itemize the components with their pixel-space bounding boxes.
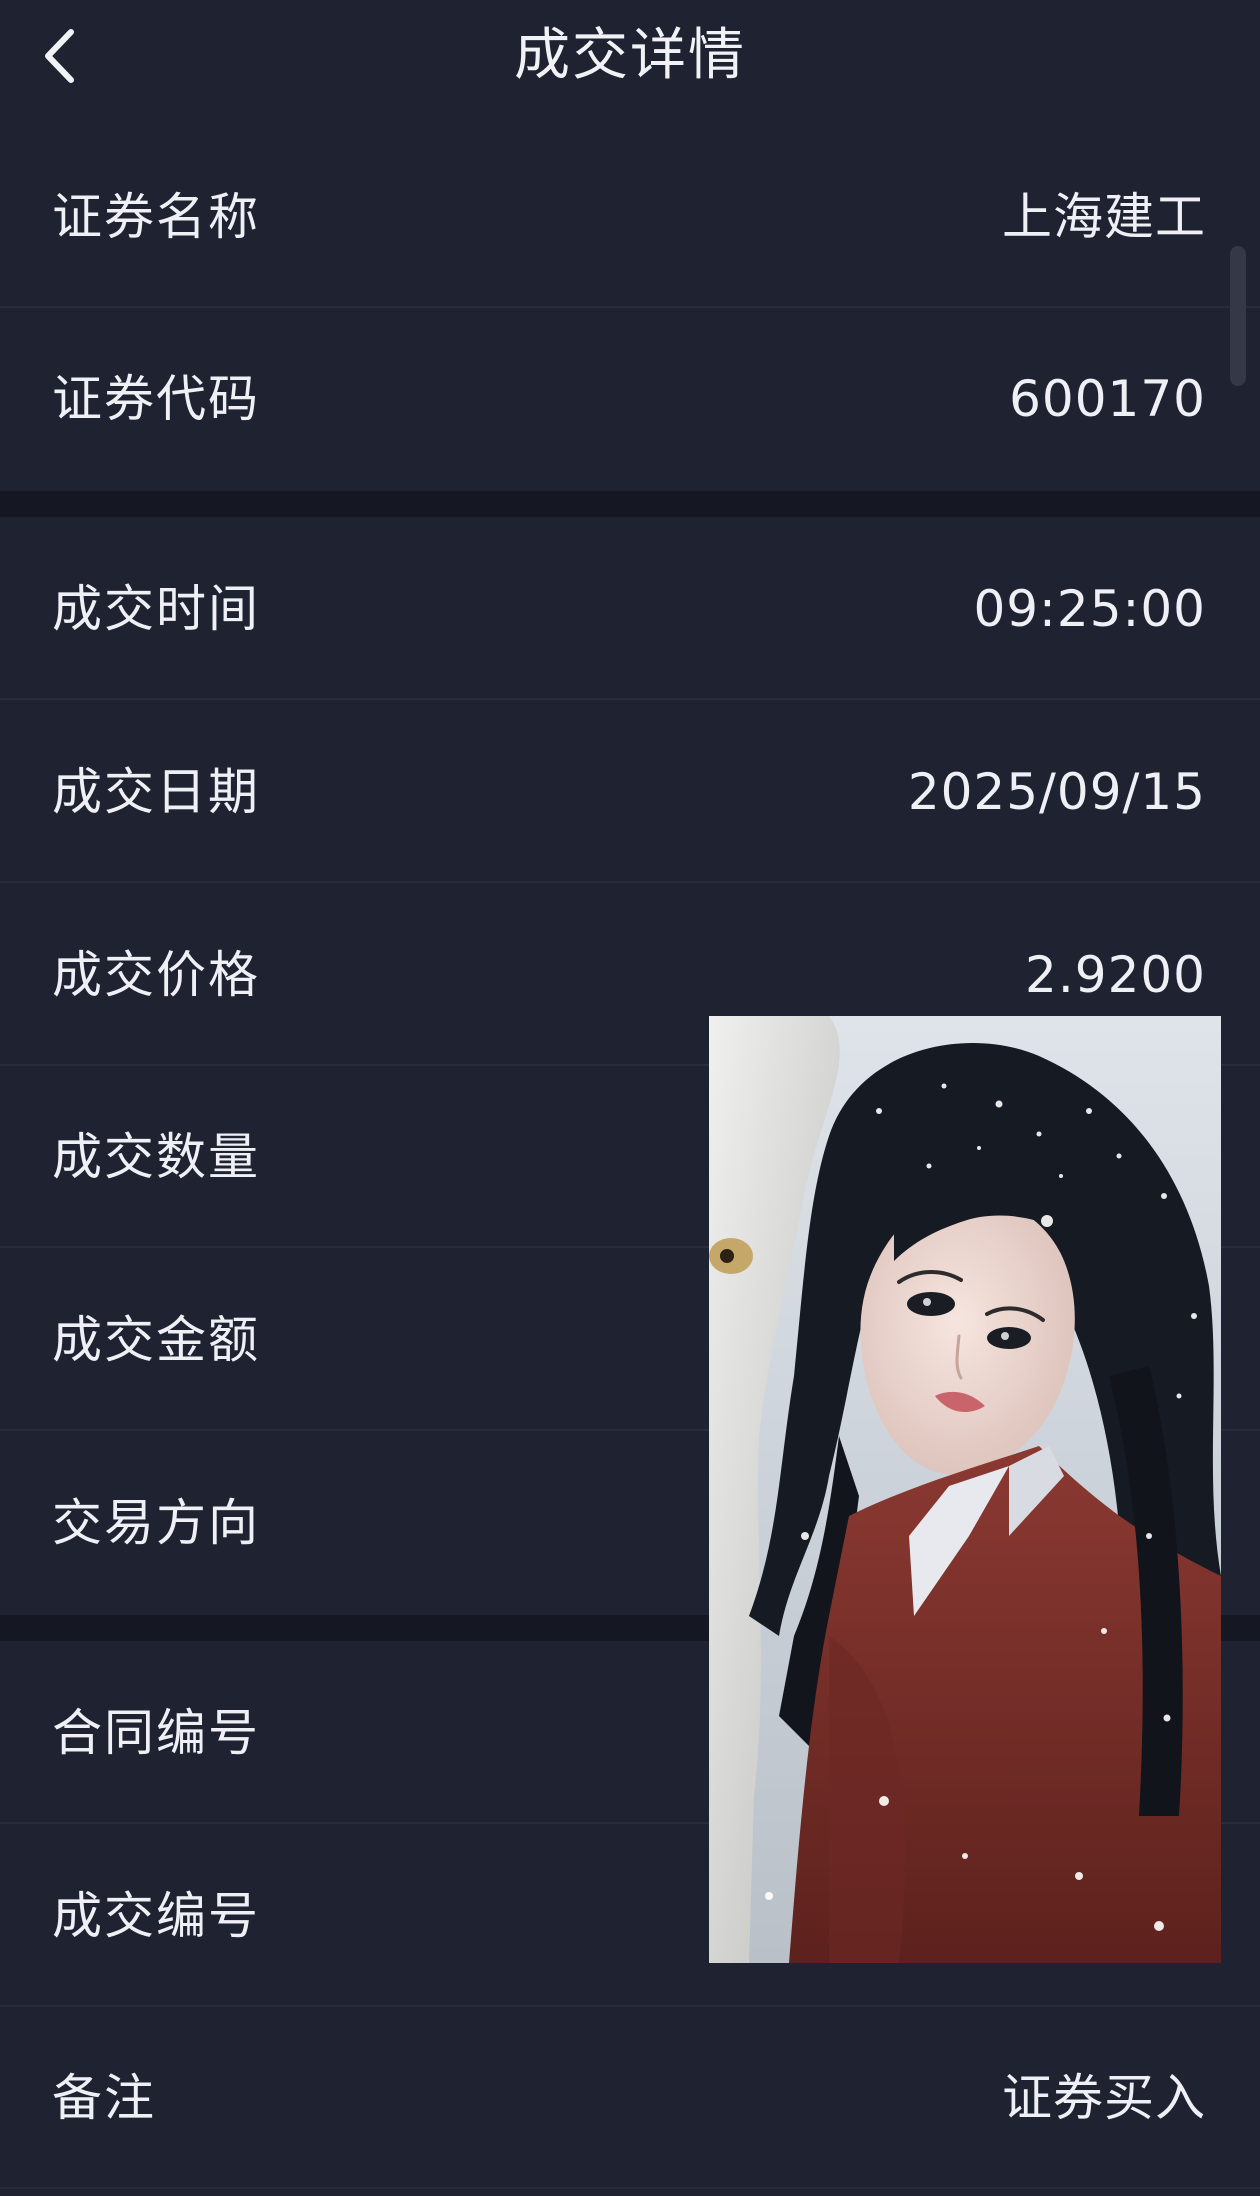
detail-row-trade-time: 成交时间 09:25:00 bbox=[0, 518, 1260, 700]
row-label: 成交时间 bbox=[52, 580, 260, 638]
overlay-photo bbox=[709, 1016, 1221, 1963]
row-value: 上海建工 bbox=[1002, 188, 1206, 246]
scrollbar-thumb[interactable] bbox=[1230, 246, 1246, 386]
detail-row-trade-date: 成交日期 2025/09/15 bbox=[0, 701, 1260, 883]
row-value: 证券买入 bbox=[1002, 2069, 1206, 2127]
detail-row-security-code: 证券代码 600170 bbox=[0, 308, 1260, 490]
row-label: 成交日期 bbox=[52, 763, 260, 821]
detail-row-remark: 备注 证券买入 bbox=[0, 2007, 1260, 2189]
row-label: 成交编号 bbox=[52, 1887, 260, 1945]
row-label: 证券代码 bbox=[52, 370, 260, 428]
row-label: 备注 bbox=[52, 2069, 156, 2127]
page-title: 成交详情 bbox=[514, 23, 746, 88]
row-label: 成交金额 bbox=[52, 1311, 260, 1369]
row-label: 证券名称 bbox=[52, 188, 260, 246]
row-divider bbox=[0, 881, 1260, 883]
row-label: 交易方向 bbox=[52, 1494, 260, 1552]
row-label: 成交数量 bbox=[52, 1128, 260, 1186]
row-label: 合同编号 bbox=[52, 1704, 260, 1762]
portrait-image bbox=[709, 1016, 1221, 1963]
row-value: 600170 bbox=[1009, 370, 1206, 428]
row-divider bbox=[0, 698, 1260, 700]
trade-detail-screen: 成交详情 证券名称 上海建工 证券代码 600170 成交时间 09:25:00… bbox=[0, 0, 1260, 2196]
section-divider bbox=[0, 491, 1260, 517]
row-value: 2025/09/15 bbox=[907, 763, 1206, 821]
row-label: 成交价格 bbox=[52, 946, 260, 1004]
detail-row-security-name: 证券名称 上海建工 bbox=[0, 126, 1260, 308]
top-navigation-bar: 成交详情 bbox=[0, 0, 1260, 112]
row-value: 09:25:00 bbox=[973, 580, 1206, 638]
row-divider bbox=[0, 2187, 1260, 2189]
